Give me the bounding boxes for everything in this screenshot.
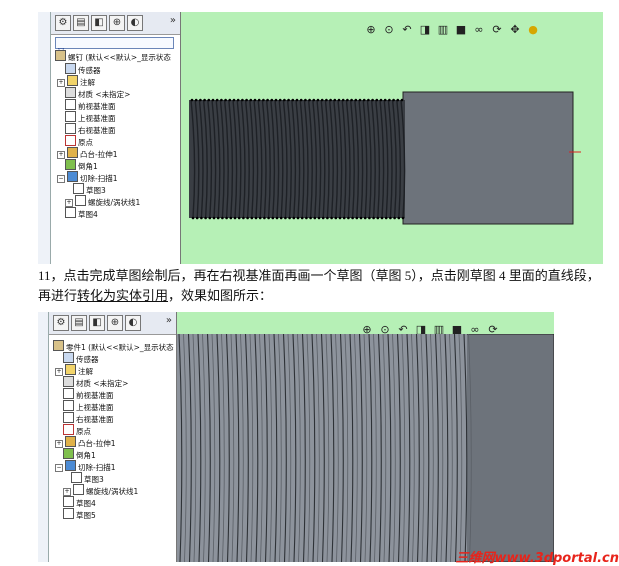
sketch-icon — [63, 508, 74, 519]
plane-icon — [63, 412, 74, 423]
panel-more-icon[interactable]: » — [166, 315, 172, 326]
tree-item[interactable]: 前视基准面 — [65, 99, 116, 111]
tree-item[interactable]: 右视基准面 — [65, 123, 116, 135]
extrude-icon — [65, 436, 76, 447]
chamfer-icon — [63, 448, 74, 459]
tree-item[interactable]: 传感器 — [63, 352, 99, 364]
tree-item[interactable]: 传感器 — [65, 63, 101, 75]
annotation-icon — [67, 75, 78, 86]
sensor-icon — [65, 63, 76, 74]
origin-icon — [65, 135, 76, 146]
panel-tabs: ⚙ ▤ ◧ ⊕ ◐ » — [49, 312, 176, 335]
annotation-icon — [65, 364, 76, 375]
property-manager-icon[interactable]: ▤ — [73, 15, 89, 31]
tree-filter[interactable]: ▽ — [55, 37, 174, 55]
plane-icon — [65, 99, 76, 110]
sketch-icon — [73, 183, 84, 194]
expand-icon[interactable]: + — [55, 440, 63, 448]
graphics-area[interactable] — [181, 12, 603, 264]
extrude-icon — [67, 147, 78, 158]
panel-more-icon[interactable]: » — [170, 15, 176, 26]
configuration-manager-icon[interactable]: ◧ — [91, 15, 107, 31]
site-watermark: 三维网www.3dportal.cn — [455, 551, 619, 566]
plane-icon — [63, 400, 74, 411]
expand-icon[interactable]: + — [65, 199, 73, 207]
feature-tree-panel: ⚙ ▤ ◧ ⊕ ◐ » ▽ 螺钉 (默认<<默认>_显示状态 传感器 +注解 材… — [51, 12, 181, 264]
command-strip — [38, 12, 51, 264]
plane-icon — [65, 111, 76, 122]
tree-item[interactable]: + 螺旋线/涡状线1 — [63, 484, 138, 496]
tree-item[interactable]: 草图4 — [63, 496, 96, 508]
display-manager-icon[interactable]: ◐ — [125, 315, 141, 331]
sensor-icon — [63, 352, 74, 363]
tree-item[interactable]: 草图3 — [73, 183, 106, 195]
convert-entities-link: 转化为实体引用 — [77, 288, 169, 303]
configuration-manager-icon[interactable]: ◧ — [89, 315, 105, 331]
bolt-shank — [462, 334, 554, 562]
bolt-model-closeup — [177, 334, 554, 562]
tree-item[interactable]: 草图3 — [71, 472, 104, 484]
instruction-paragraph: 11，点击完成草图绘制后，再在右视基准面再画一个草图（草图 5），点击刚草图 4… — [38, 268, 600, 303]
command-strip — [38, 312, 49, 562]
sketch-icon — [63, 496, 74, 507]
tree-item[interactable]: 上视基准面 — [65, 111, 116, 123]
tree-item[interactable]: − 切除-扫描1 — [55, 460, 115, 472]
tree-item[interactable]: + 注解 — [55, 364, 93, 376]
tree-item[interactable]: 材质 <未指定> — [65, 87, 130, 99]
tree-item[interactable]: + 凸台-拉伸1 — [57, 147, 117, 159]
tree-root[interactable]: 零件1 (默认<<默认>_显示状态 — [53, 340, 174, 352]
tree-item[interactable]: 草图4 — [65, 207, 98, 219]
helix-icon — [73, 484, 84, 495]
helix-icon — [75, 195, 86, 206]
material-icon — [63, 376, 74, 387]
dimxpert-icon[interactable]: ⊕ — [107, 315, 123, 331]
expand-icon[interactable]: + — [63, 488, 71, 496]
sketch-icon — [65, 207, 76, 218]
expand-icon[interactable]: + — [57, 151, 65, 159]
chamfer-icon — [65, 159, 76, 170]
tree-item[interactable]: 草图5 — [63, 508, 96, 520]
panel-tabs: ⚙ ▤ ◧ ⊕ ◐ » — [51, 12, 180, 35]
tree-item[interactable]: + 凸台-拉伸1 — [55, 436, 115, 448]
part-icon — [55, 50, 66, 61]
plane-icon — [65, 123, 76, 134]
part-icon — [53, 340, 64, 351]
sweep-cut-icon — [67, 171, 78, 182]
tree-root[interactable]: 螺钉 (默认<<默认>_显示状态 — [55, 50, 171, 62]
screenshot-top: ⚙ ▤ ◧ ⊕ ◐ » ▽ 螺钉 (默认<<默认>_显示状态 传感器 +注解 材… — [38, 12, 603, 264]
collapse-icon[interactable]: − — [57, 175, 65, 183]
plane-icon — [63, 388, 74, 399]
screenshot-bottom: ⚙ ▤ ◧ ⊕ ◐ » 零件1 (默认<<默认>_显示状态 传感器 + 注解 材质… — [38, 312, 554, 562]
bolt-shank — [402, 91, 574, 225]
expand-icon[interactable]: + — [57, 79, 65, 87]
tree-item[interactable]: 上视基准面 — [63, 400, 114, 412]
material-icon — [65, 87, 76, 98]
expand-icon[interactable]: + — [55, 368, 63, 376]
tree-item[interactable]: 材质 <未指定> — [63, 376, 128, 388]
feature-tree-panel: ⚙ ▤ ◧ ⊕ ◐ » 零件1 (默认<<默认>_显示状态 传感器 + 注解 材质… — [49, 312, 177, 562]
display-manager-icon[interactable]: ◐ — [127, 15, 143, 31]
tree-item[interactable]: 倒角1 — [65, 159, 98, 171]
tree-item[interactable]: + 注解 — [57, 75, 95, 87]
tree-item[interactable]: 右视基准面 — [63, 412, 114, 424]
tree-item[interactable]: 原点 — [63, 424, 91, 436]
dimxpert-icon[interactable]: ⊕ — [109, 15, 125, 31]
tree-item[interactable]: − 切除-扫描1 — [57, 171, 117, 183]
feature-manager-icon[interactable]: ⚙ — [55, 15, 71, 31]
collapse-icon[interactable]: − — [55, 464, 63, 472]
tree-item[interactable]: 前视基准面 — [63, 388, 114, 400]
origin-icon — [63, 424, 74, 435]
tree-item[interactable]: 倒角1 — [63, 448, 96, 460]
tree-item[interactable]: + 螺旋线/涡状线1 — [65, 195, 140, 207]
graphics-area[interactable] — [177, 334, 554, 562]
property-manager-icon[interactable]: ▤ — [71, 315, 87, 331]
feature-manager-icon[interactable]: ⚙ — [53, 315, 69, 331]
sweep-cut-icon — [65, 460, 76, 471]
tree-item[interactable]: 原点 — [65, 135, 93, 147]
bolt-model — [189, 91, 581, 225]
sketch-icon — [71, 472, 82, 483]
